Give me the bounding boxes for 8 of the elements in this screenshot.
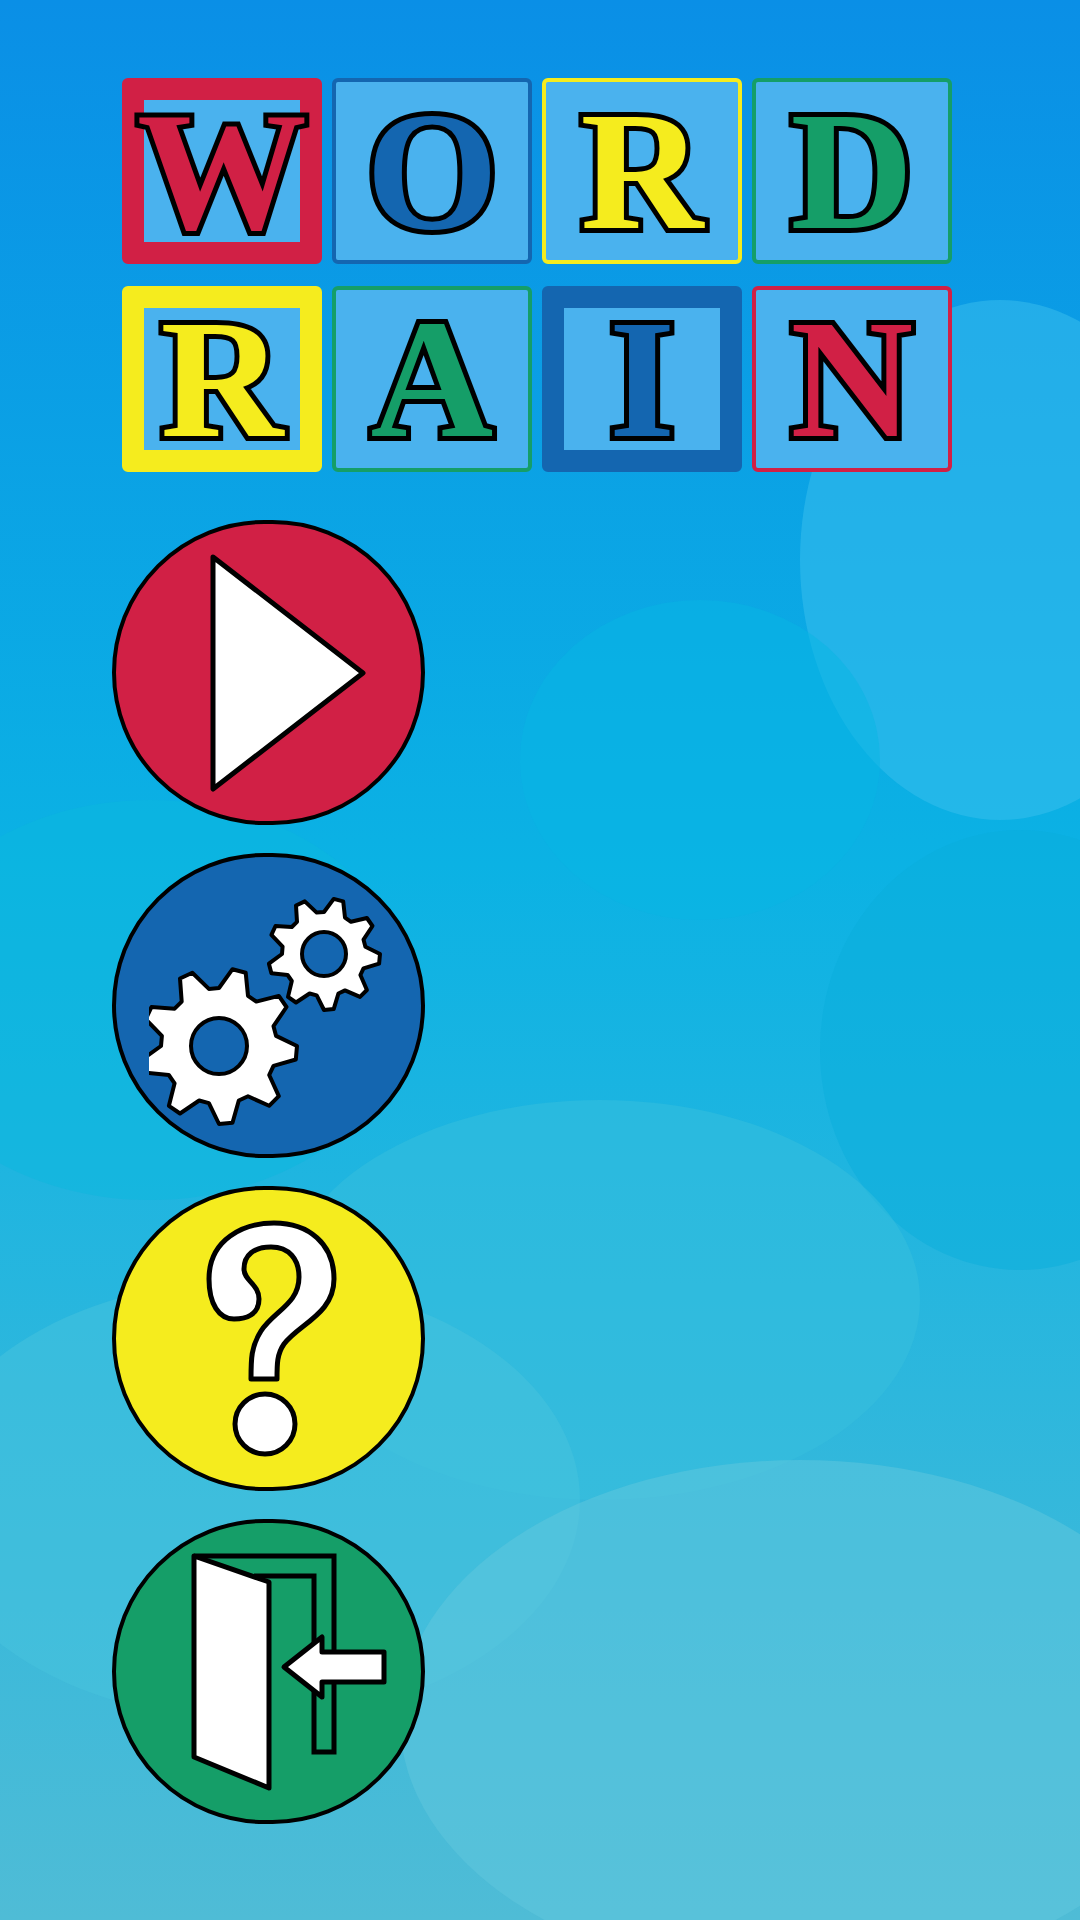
letter-tile: N [752, 286, 952, 472]
letter-tile: R [122, 286, 322, 472]
letter-tile: O [332, 78, 532, 264]
play-icon [208, 552, 369, 793]
letter-tile: R [542, 78, 742, 264]
letter-tile: D [752, 78, 952, 264]
letter-tile: I [542, 286, 742, 472]
letter-tile: A [332, 286, 532, 472]
